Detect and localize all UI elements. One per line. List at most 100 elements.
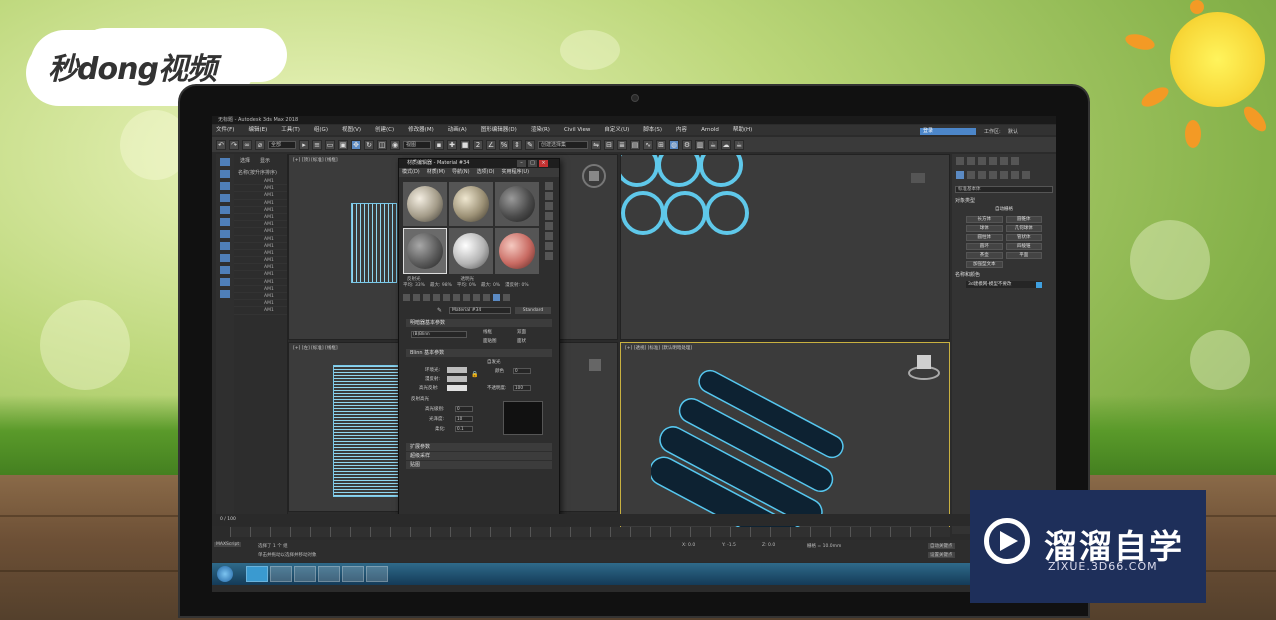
hierarchy-tab-icon[interactable] [978,157,986,165]
plane-button[interactable]: 平面 [1005,252,1042,259]
modify-tab-icon[interactable] [967,157,975,165]
sample-slot[interactable] [403,182,447,226]
render-iterative-icon[interactable]: ☕ [734,139,744,150]
sample-type-icon[interactable] [545,182,553,190]
scene-row[interactable]: AM1 [234,200,287,207]
extended-params-rollout[interactable]: 扩展参数 [406,443,552,451]
options-icon[interactable] [545,242,553,250]
scene-row[interactable]: AM1 [234,279,287,286]
geometry-icon[interactable] [956,171,964,179]
go-to-parent-icon[interactable] [493,294,500,301]
face-map-checkbox[interactable]: 面贴图 [483,338,497,344]
menu-item[interactable]: 脚本(S) [643,125,662,135]
material-name-field[interactable]: Material #34 [449,307,511,314]
viewcube-icon[interactable] [589,359,601,371]
object-type-rollout[interactable]: 对象类型 [955,197,1053,204]
scene-row[interactable]: AM1 [234,271,287,279]
opacity-spinner[interactable]: 100 [513,385,531,391]
minimize-button[interactable]: – [517,160,526,167]
cylinder-button[interactable]: 圆柱体 [966,234,1003,241]
viewport-label[interactable]: [+] [左] [标准] [线框] [293,345,338,351]
object-color-swatch[interactable] [1035,281,1042,288]
edit-named-sets-icon[interactable]: ✎ [525,139,535,150]
sample-slot-active[interactable] [403,228,447,274]
maximize-button[interactable]: □ [528,160,537,167]
material-id-icon[interactable] [463,294,470,301]
menu-item[interactable]: 视图(V) [342,125,361,135]
workspace-value[interactable]: 默认 [1008,128,1018,135]
curve-editor-icon[interactable]: ∿ [643,139,653,150]
menu-item[interactable]: Arnold [701,125,719,135]
self-illum-color-checkbox[interactable]: 颜色 [495,368,504,374]
show-end-result-icon[interactable] [483,294,490,301]
textplus-button[interactable]: 加强型文本 [966,261,1003,268]
wire-checkbox[interactable]: 线框 [483,329,492,335]
close-button[interactable]: × [539,160,548,167]
material-editor-icon[interactable]: ◍ [669,139,679,150]
taskbar-app[interactable] [318,566,340,582]
taskbar-app[interactable] [366,566,388,582]
menu-item[interactable]: Civil View [564,125,590,135]
display-bones-icon[interactable] [220,290,230,298]
scene-row[interactable]: AM1 [234,250,287,258]
scene-row[interactable]: AM1 [234,178,287,186]
named-selection-set-select[interactable]: 创建选择集 [538,140,588,149]
display-warps-icon[interactable] [220,254,230,262]
taskbar-folder[interactable] [270,566,292,582]
start-button[interactable] [217,566,233,582]
material-type-button[interactable]: Standard [515,307,551,314]
scale-icon[interactable]: ◫ [377,139,387,150]
link-icon[interactable]: ∞ [242,139,252,150]
menu-item[interactable]: 材质(M) [427,168,445,177]
scene-row[interactable]: AM1 [234,300,287,308]
blinn-basic-rollout[interactable]: Blinn 基本参数 [406,349,552,357]
render-production-icon[interactable]: ☕ [708,139,718,150]
shader-basic-rollout[interactable]: 明暗器基本参数 [406,319,552,327]
place-icon[interactable]: ◉ [390,139,400,150]
menu-item[interactable]: 导航(N) [452,168,470,177]
cameras-icon[interactable] [989,171,997,179]
get-material-icon[interactable] [403,294,410,301]
scene-row[interactable]: AM1 [234,293,287,301]
tab-display[interactable]: 显示 [260,157,270,164]
mirror-icon[interactable]: ⇋ [591,139,601,150]
menu-item[interactable]: 自定义(U) [604,125,629,135]
spec-level-spinner[interactable]: 0 [455,406,473,412]
menu-item[interactable]: 动画(A) [448,125,467,135]
menu-item[interactable]: 内容 [676,125,687,135]
track-bar[interactable] [230,527,950,537]
menu-item[interactable]: 帮助(H) [733,125,752,135]
scene-row[interactable]: AM1 [234,214,287,222]
x-coord[interactable]: X: 0.0 [682,543,695,548]
viewport-perspective[interactable]: [+] [透视] [标准] [默认明暗处理] [620,342,950,533]
taskbar-app[interactable] [342,566,364,582]
assign-to-selection-icon[interactable] [423,294,430,301]
two-sided-checkbox[interactable]: 双面 [517,329,526,335]
display-none-icon[interactable] [220,158,230,166]
time-slider[interactable]: 0 / 100 [212,514,1056,526]
scene-column-header[interactable]: 名称(按升序排序) [234,167,287,178]
systems-icon[interactable] [1022,171,1030,179]
spinner-snap-icon[interactable]: ⇕ [512,139,522,150]
torus-button[interactable]: 圆环 [966,243,1003,250]
select-by-name-icon[interactable]: ≡ [312,139,322,150]
spacewarps-icon[interactable] [1011,171,1019,179]
viewcube-icon[interactable] [911,173,925,183]
scene-row[interactable]: AM1 [234,221,287,229]
teapot-button[interactable]: 茶壶 [966,252,1003,259]
category-select[interactable]: 标准基本体 [955,186,1053,193]
name-color-rollout[interactable]: 名称和颜色 [955,271,1053,278]
maps-rollout[interactable]: 贴图 [406,461,552,469]
selection-filter-select[interactable]: 全部 [268,140,296,149]
display-all-icon[interactable] [220,170,230,178]
geosphere-button[interactable]: 几何球体 [1005,225,1042,232]
display-shapes-icon[interactable] [220,206,230,214]
menu-item[interactable]: 创建(C) [375,125,394,135]
rect-select-icon[interactable]: ▭ [325,139,335,150]
video-check-icon[interactable] [545,222,553,230]
y-coord[interactable]: Y: -1.5 [722,543,736,548]
layer-icon[interactable]: ≣ [617,139,627,150]
display-groups-icon[interactable] [220,266,230,274]
tab-select[interactable]: 选择 [240,157,250,164]
motion-tab-icon[interactable] [989,157,997,165]
